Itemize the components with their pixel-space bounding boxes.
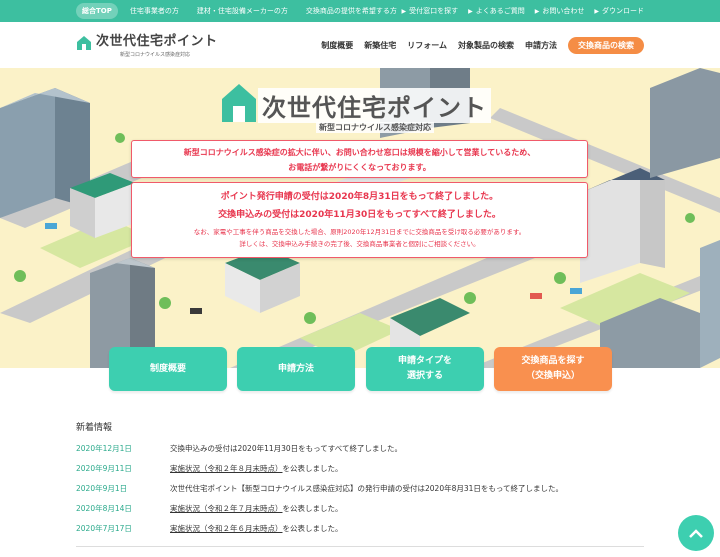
news-text-suffix: を公表しました。 — [282, 463, 343, 473]
nav-general-top[interactable]: 総合TOP — [76, 3, 118, 19]
news-text-suffix: を公表しました。 — [282, 503, 343, 513]
nav-download[interactable]: ▶ ダウンロード — [594, 3, 644, 20]
application-method-button-label: 申請方法 — [277, 363, 314, 374]
news-text: 実施状況（令和２年７月末時点）を公表しました。 — [170, 503, 343, 514]
select-type-button-label: 申請タイプを — [397, 356, 452, 366]
hero-subtitle: 新型コロナウイルス感染症対応 — [316, 122, 434, 133]
nav-new-housing[interactable]: 新築住宅 — [364, 40, 396, 51]
news-item: 2020年12月1日 交換申込みの受付は2020年11月30日をもってすべて終了… — [76, 438, 644, 458]
find-exchange-button-label: （交換申込） — [525, 371, 580, 381]
nav-overview[interactable]: 制度概要 — [321, 40, 353, 51]
overview-button-label: 制度概要 — [149, 363, 186, 374]
news-date: 2020年7月17日 — [76, 523, 132, 533]
select-type-button-label: 選択する — [406, 371, 443, 381]
news-date: 2020年9月11日 — [76, 463, 132, 473]
audience-nav: 総合TOP 住宅事業者の方 建材・住宅設備メーカーの方 交換商品の提供を希望する… — [76, 3, 403, 19]
nav-material-maker[interactable]: 建材・住宅設備メーカーの方 — [191, 3, 294, 19]
covid-notice-line: 新型コロナウイルス感染症の拡大に伴い、お問い合わせ窓口は規模を縮小して営業してい… — [183, 148, 536, 157]
nav-product-provider[interactable]: 交換商品の提供を希望する方 — [300, 3, 403, 19]
utility-nav: ▶ 受付窓口を探す ▶ よくあるご質問 ▶ お問い合わせ ▶ ダウンロード — [402, 3, 645, 20]
news-date: 2020年9月1日 — [76, 483, 128, 493]
hero-banner: 次世代住宅ポイント 新型コロナウイルス感染症対応 新型コロナウイルス感染症の拡大… — [0, 68, 720, 368]
closing-notice-detail: 詳しくは、交換申込み手続きの完了後、交換商品事業者と個別にご相談ください。 — [239, 240, 480, 248]
news-section: 新着情報 2020年12月1日 交換申込みの受付は2020年11月30日をもって… — [76, 420, 644, 547]
news-text: 実施状況（令和２年８月末時点）を公表しました。 — [170, 463, 343, 474]
house-icon — [222, 84, 256, 122]
main-nav: 制度概要 新築住宅 リフォーム 対象製品の検索 申請方法 交換商品の検索 — [321, 37, 644, 54]
overview-button[interactable]: 制度概要 — [109, 347, 227, 391]
top-bar: 総合TOP 住宅事業者の方 建材・住宅設備メーカーの方 交換商品の提供を希望する… — [0, 0, 720, 22]
news-link[interactable]: 実施状況（令和２年８月末時点） — [170, 464, 283, 473]
closing-notice-main: ポイント発行申請の受付は2020年8月31日をもって終了しました。 — [220, 192, 499, 202]
nav-contact[interactable]: ▶ お問い合わせ — [535, 3, 585, 20]
logo-subtitle: 新型コロナウイルス感染症対応 — [120, 52, 191, 58]
news-divider — [76, 546, 644, 547]
chevron-right-icon: ▶ — [468, 8, 473, 15]
news-text-suffix: を公表しました。 — [282, 523, 343, 533]
application-method-button[interactable]: 申請方法 — [237, 347, 355, 391]
logo-name: 次世代住宅ポイント — [96, 34, 218, 49]
news-item: 2020年8月14日 実施状況（令和２年７月末時点）を公表しました。 — [76, 498, 644, 518]
nav-application[interactable]: 申請方法 — [525, 40, 557, 51]
house-icon — [77, 36, 91, 50]
news-heading: 新着情報 — [76, 423, 113, 433]
nav-faq[interactable]: ▶ よくあるご質問 — [468, 3, 525, 20]
exchange-search-button[interactable]: 交換商品の検索 — [568, 37, 644, 54]
news-date: 2020年12月1日 — [76, 443, 132, 453]
news-text: 実施状況（令和２年６月末時点）を公表しました。 — [170, 523, 343, 534]
news-item: 2020年9月1日 次世代住宅ポイント【新型コロナウイルス感染症対応】の発行申請… — [76, 478, 644, 498]
news-text: 交換申込みの受付は2020年11月30日をもってすべて終了しました。 — [170, 443, 402, 453]
hero-logo: 次世代住宅ポイント 新型コロナウイルス感染症対応 — [216, 82, 502, 140]
nav-find-counter[interactable]: ▶ 受付窓口を探す — [402, 3, 459, 20]
chevron-up-icon — [689, 529, 703, 538]
nav-find-counter-label: 受付窓口を探す — [409, 7, 459, 15]
nav-download-label: ダウンロード — [602, 7, 644, 15]
scroll-top-button[interactable] — [678, 515, 714, 551]
site-header: 次世代住宅ポイント 新型コロナウイルス感染症対応 制度概要 新築住宅 リフォーム… — [0, 22, 720, 68]
closing-notice-main: 交換申込みの受付は2020年11月30日をもってすべて終了しました。 — [218, 210, 501, 220]
hero-title: 次世代住宅ポイント — [258, 88, 491, 123]
nav-product-search[interactable]: 対象製品の検索 — [458, 40, 514, 51]
covid-notice-line: お電話が繋がりにくくなっております。 — [288, 163, 431, 172]
covid-notice: 新型コロナウイルス感染症の拡大に伴い、お問い合わせ窓口は規模を縮小して営業してい… — [131, 140, 588, 178]
select-type-button[interactable]: 申請タイプを 選択する — [366, 347, 484, 391]
nav-reform[interactable]: リフォーム — [407, 40, 447, 51]
news-item: 2020年7月17日 実施状況（令和２年６月末時点）を公表しました。 — [76, 518, 644, 538]
news-text: 次世代住宅ポイント【新型コロナウイルス感染症対応】の発行申請の受付は2020年8… — [170, 483, 564, 493]
chevron-right-icon: ▶ — [594, 8, 599, 15]
news-link[interactable]: 実施状況（令和２年６月末時点） — [170, 524, 283, 533]
closing-notice-detail: なお、家電や工事を伴う商品を交換した場合、原則2020年12月31日までに交換商… — [193, 228, 526, 236]
site-logo[interactable]: 次世代住宅ポイント 新型コロナウイルス感染症対応 — [76, 35, 218, 58]
nav-faq-label: よくあるご質問 — [475, 7, 525, 15]
main-actions: 制度概要 申請方法 申請タイプを 選択する 交換商品を探す （交換申込） — [109, 347, 612, 391]
chevron-right-icon: ▶ — [401, 8, 407, 15]
nav-housing-business[interactable]: 住宅事業者の方 — [124, 3, 185, 19]
news-item: 2020年9月11日 実施状況（令和２年８月末時点）を公表しました。 — [76, 458, 644, 478]
closing-notice: ポイント発行申請の受付は2020年8月31日をもって終了しました。 交換申込みの… — [131, 182, 588, 258]
news-link[interactable]: 実施状況（令和２年７月末時点） — [170, 504, 283, 513]
find-exchange-button-label: 交換商品を探す — [521, 356, 585, 366]
news-date: 2020年8月14日 — [76, 503, 132, 513]
nav-contact-label: お問い合わせ — [542, 7, 585, 15]
find-exchange-button[interactable]: 交換商品を探す （交換申込） — [494, 347, 612, 391]
chevron-right-icon: ▶ — [534, 8, 540, 15]
